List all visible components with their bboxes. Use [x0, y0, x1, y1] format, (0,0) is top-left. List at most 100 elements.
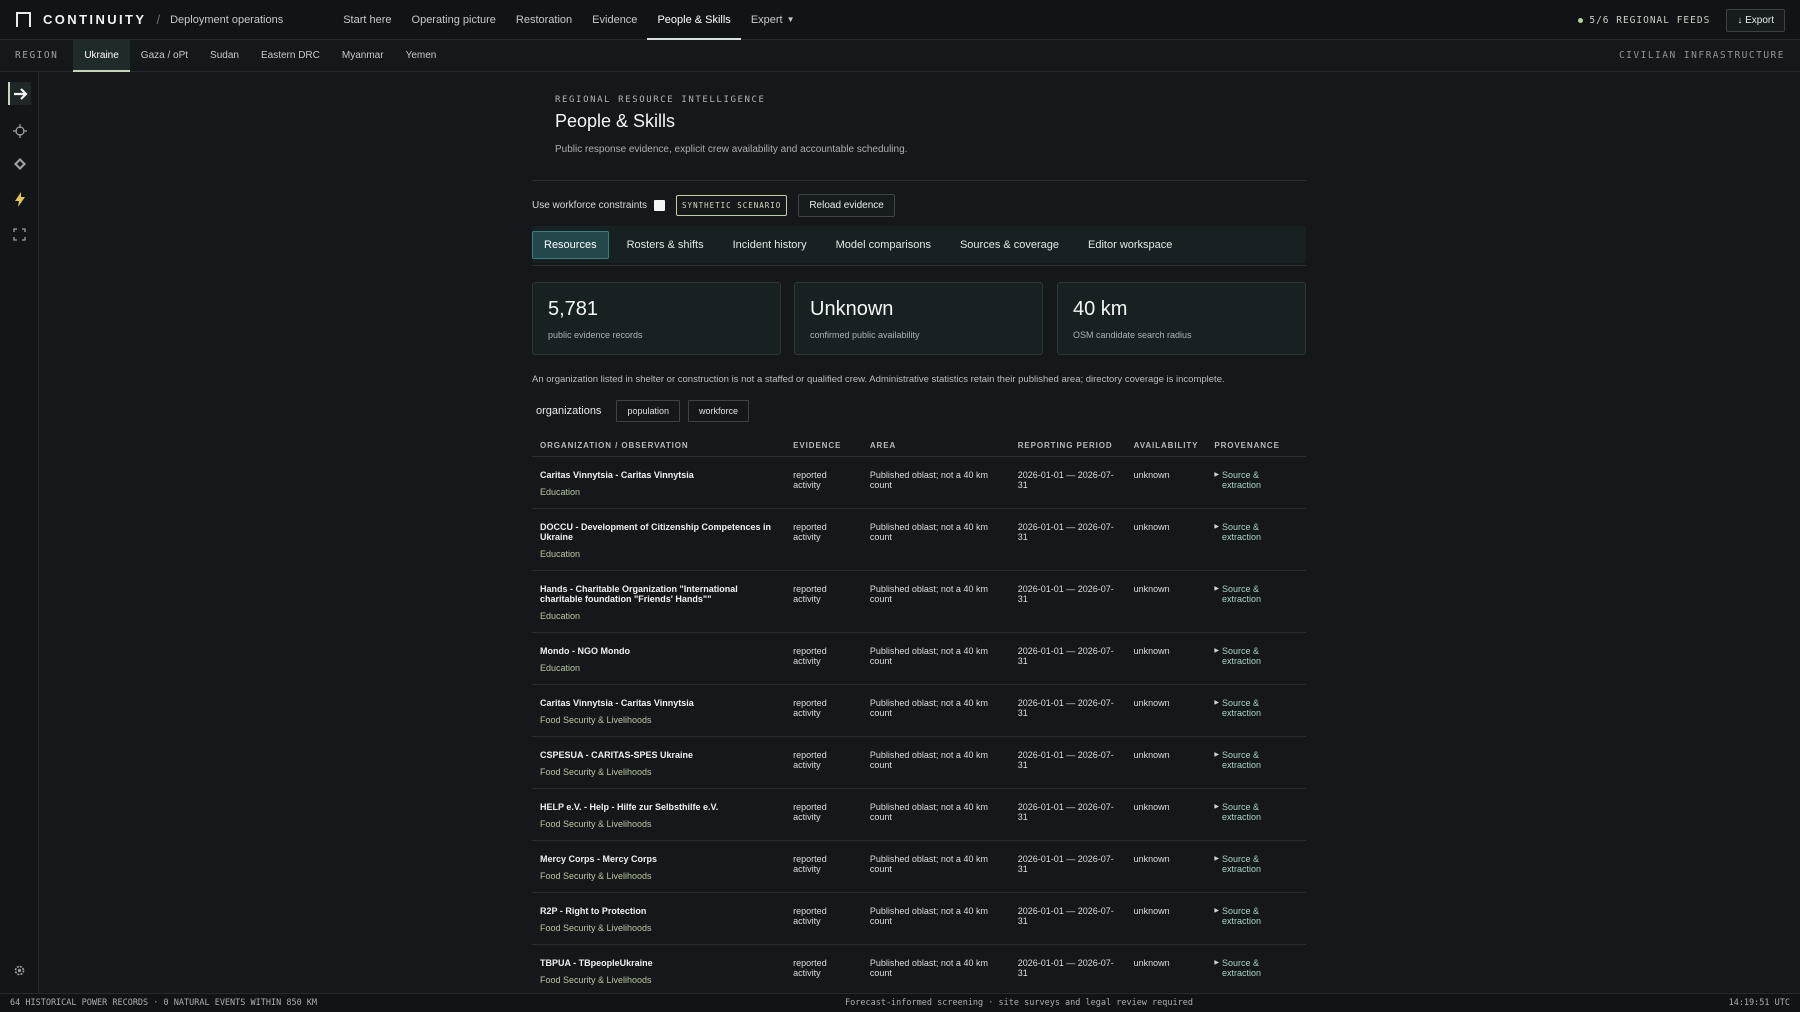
table-row[interactable]: Mercy Corps - Mercy Corps Food Security &… [532, 840, 1306, 893]
provenance-toggle[interactable]: ▶ Source & extraction [1214, 698, 1298, 718]
reload-evidence-button[interactable]: Reload evidence [798, 194, 895, 217]
cell-area: Published oblast; not a 40 km count [861, 632, 1010, 685]
caret-right-icon: ▶ [1214, 471, 1220, 478]
nav-people-skills[interactable]: People & Skills [647, 0, 742, 40]
tab-sources-coverage[interactable]: Sources & coverage [949, 231, 1070, 259]
caret-right-icon: ▶ [1214, 855, 1220, 862]
table-row[interactable]: Caritas Vinnytsia - Caritas Vinnytsia Edu… [532, 456, 1306, 509]
provenance-toggle[interactable]: ▶ Source & extraction [1214, 802, 1298, 822]
provenance-toggle[interactable]: ▶ Source & extraction [1214, 522, 1298, 542]
tab-incident-history[interactable]: Incident history [722, 231, 818, 259]
cell-evidence: reported activity [785, 632, 862, 685]
region-tab-eastern-drc[interactable]: Eastern DRC [250, 40, 331, 72]
filter-chip-workforce[interactable]: workforce [687, 400, 749, 422]
provenance-toggle[interactable]: ▶ Source & extraction [1214, 854, 1298, 874]
breadcrumb-section[interactable]: Deployment operations [170, 14, 283, 26]
provenance-toggle[interactable]: ▶ Source & extraction [1214, 584, 1298, 604]
workforce-constraints-checkbox[interactable] [654, 200, 666, 211]
domain-label: CIVILIAN INFRASTRUCTURE [1618, 50, 1785, 61]
footer-clock: 14:19:51 UTC [1728, 998, 1790, 1008]
cell-provenance: ▶ Source & extraction [1206, 570, 1306, 633]
nav-evidence[interactable]: Evidence [582, 0, 647, 40]
provenance-link: Source & extraction [1222, 905, 1262, 926]
cell-reporting-period: 2026-01-01 — 2026-07-31 [1009, 892, 1126, 945]
organization-name: Caritas Vinnytsia - Caritas Vinnytsia [540, 697, 694, 708]
tab-rosters-shifts[interactable]: Rosters & shifts [616, 231, 715, 259]
provenance-toggle[interactable]: ▶ Source & extraction [1214, 646, 1298, 666]
column-header-area[interactable]: AREA [861, 436, 1010, 457]
filter-chip-population[interactable]: population [616, 400, 680, 422]
cell-organization: Mercy Corps - Mercy Corps Food Security &… [532, 840, 786, 893]
region-tab-gaza[interactable]: Gaza / oPt [130, 40, 199, 72]
tab-resources[interactable]: Resources [532, 230, 609, 259]
caret-right-icon: ▶ [1214, 523, 1220, 530]
stat-label: confirmed public availability [810, 330, 920, 340]
caret-right-icon: ▶ [1214, 751, 1220, 758]
caret-right-icon: ▶ [1214, 907, 1220, 914]
column-header-provenance[interactable]: PROVENANCE [1206, 436, 1306, 457]
cell-evidence: reported activity [785, 508, 862, 571]
region-tab-yemen[interactable]: Yemen [395, 40, 448, 72]
expand-icon[interactable] [8, 223, 31, 246]
nav-operating-picture[interactable]: Operating picture [402, 0, 506, 40]
cell-reporting-period: 2026-01-01 — 2026-07-31 [1009, 788, 1126, 841]
cell-evidence: reported activity [785, 456, 862, 509]
stat-value: 40 km [1073, 298, 1128, 320]
regional-feeds-status: 5/6 REGIONAL FEEDS [1578, 15, 1710, 26]
column-header-reporting-period[interactable]: REPORTING PERIOD [1009, 436, 1126, 457]
page-title: People & Skills [555, 111, 676, 131]
tab-model-comparisons[interactable]: Model comparisons [825, 231, 942, 259]
column-header-organization[interactable]: ORGANIZATION / OBSERVATION [532, 436, 786, 457]
region-tab-ukraine[interactable]: Ukraine [73, 39, 131, 72]
table-row[interactable]: Mondo - NGO Mondo Education reported activ… [532, 632, 1306, 685]
content-tabs: Resources Rosters & shifts Incident hist… [532, 226, 1306, 263]
nav-restoration[interactable]: Restoration [506, 0, 582, 40]
provenance-toggle[interactable]: ▶ Source & extraction [1214, 906, 1298, 926]
logo-mark-icon [16, 12, 31, 27]
app-logo[interactable]: CONTINUITY [16, 12, 146, 27]
organization-sector: Food Security & Livelihoods [540, 714, 652, 725]
region-tab-myanmar[interactable]: Myanmar [331, 40, 395, 72]
cell-area: Published oblast; not a 40 km count [861, 788, 1010, 841]
table-row[interactable]: Caritas Vinnytsia - Caritas Vinnytsia Foo… [532, 684, 1306, 737]
gear-icon[interactable] [8, 959, 31, 982]
table-row[interactable]: Hands - Charitable Organization "Interna… [532, 570, 1306, 633]
organization-sector: Food Security & Livelihoods [540, 974, 652, 985]
cell-evidence: reported activity [785, 944, 862, 997]
crosshair-icon[interactable] [8, 119, 31, 142]
bolt-icon[interactable] [8, 188, 31, 211]
status-dot-icon [1578, 17, 1584, 23]
organization-sector: Food Security & Livelihoods [540, 766, 652, 777]
stat-value: Unknown [810, 298, 894, 320]
table-row[interactable]: HELP e.V. - Help - Hilfe zur Selbsthilfe… [532, 788, 1306, 841]
cell-area: Published oblast; not a 40 km count [861, 684, 1010, 737]
table-row[interactable]: CSPESUA - CARITAS-SPES Ukraine Food Secur… [532, 736, 1306, 789]
provenance-toggle[interactable]: ▶ Source & extraction [1214, 958, 1298, 978]
chevron-down-icon: ▼ [786, 15, 795, 24]
provenance-link: Source & extraction [1222, 801, 1262, 822]
nav-expert-dropdown[interactable]: Expert ▼ [741, 0, 805, 40]
column-header-evidence[interactable]: EVIDENCE [785, 436, 862, 457]
region-tab-sudan[interactable]: Sudan [199, 40, 250, 72]
cell-reporting-period: 2026-01-01 — 2026-07-31 [1009, 632, 1126, 685]
cell-organization: Hands - Charitable Organization "Interna… [532, 570, 786, 633]
table-row[interactable]: R2P - Right to Protection Food Security &… [532, 892, 1306, 945]
cell-organization: TBPUA - TBpeopleUkraine Food Security & L… [532, 944, 786, 997]
table-row[interactable]: TBPUA - TBpeopleUkraine Food Security & L… [532, 944, 1306, 997]
page-subtitle: Public response evidence, explicit crew … [555, 144, 908, 155]
export-button[interactable]: ↓ Export [1726, 8, 1785, 32]
arrow-right-icon[interactable] [8, 82, 31, 105]
tab-editor-workspace[interactable]: Editor workspace [1077, 231, 1183, 259]
column-header-availability[interactable]: AVAILABILITY [1125, 436, 1207, 457]
filter-organizations[interactable]: organizations [536, 405, 601, 417]
table-row[interactable]: DOCCU - Development of Citizenship Compe… [532, 508, 1306, 571]
diamond-icon[interactable] [8, 152, 31, 175]
synthetic-scenario-badge: SYNTHETIC SCENARIO [676, 195, 788, 216]
cell-area: Published oblast; not a 40 km count [861, 840, 1010, 893]
cell-provenance: ▶ Source & extraction [1206, 892, 1306, 945]
provenance-toggle[interactable]: ▶ Source & extraction [1214, 750, 1298, 770]
nav-start-here[interactable]: Start here [333, 0, 401, 40]
organization-name: CSPESUA - CARITAS-SPES Ukraine [540, 749, 694, 760]
cell-area: Published oblast; not a 40 km count [861, 944, 1010, 997]
provenance-toggle[interactable]: ▶ Source & extraction [1214, 470, 1298, 490]
